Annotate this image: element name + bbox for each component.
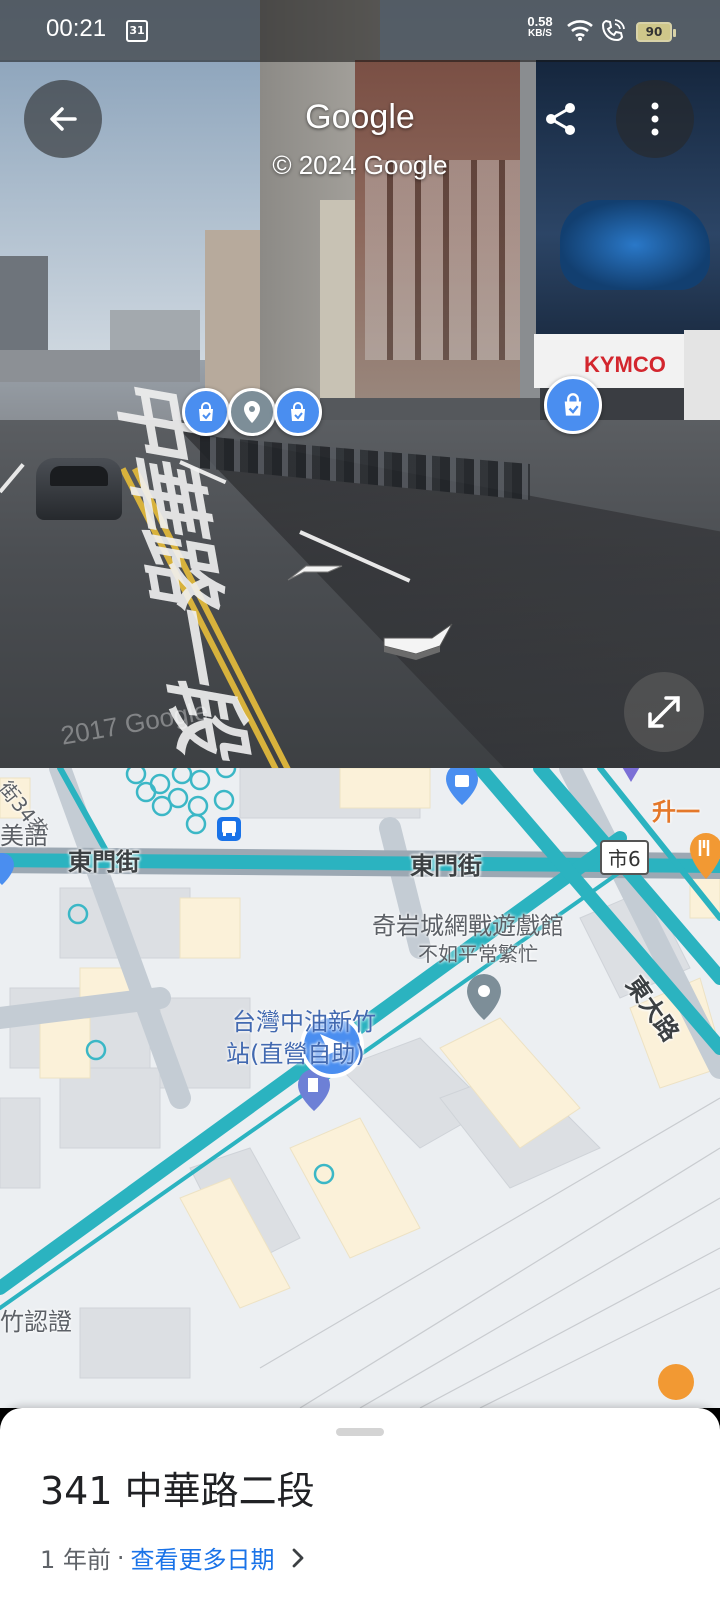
car: [36, 458, 122, 520]
place-label-shengyi: 升一: [652, 798, 700, 826]
street-label-dongmen: 東門街: [68, 848, 140, 876]
building-windows: [365, 160, 525, 360]
map-pin-icon: [244, 401, 260, 423]
street-label-dongmen: 東門街: [410, 852, 482, 880]
back-button[interactable]: [24, 80, 102, 158]
place-label-gas-station-line2: 站(直營自助): [226, 1040, 365, 1068]
orange-pin-icon: [658, 1364, 694, 1400]
expand-icon: [648, 696, 680, 728]
drag-handle[interactable]: [336, 1428, 384, 1436]
kymco-sign-text: KYMCO: [584, 352, 666, 377]
place-pin-icon[interactable]: [464, 972, 504, 1022]
wifi-icon: [567, 20, 593, 41]
shopping-bag-pin[interactable]: [544, 376, 602, 434]
imagery-age: 1 年前: [40, 1546, 111, 1574]
network-speed-value: 0.58: [527, 14, 553, 29]
place-bottom-sheet[interactable]: 341 中華路二段 1 年前 · 查看更多日期: [0, 1408, 720, 1600]
see-more-dates-link[interactable]: 查看更多日期: [131, 1540, 275, 1575]
street-view-copyright: © 2024 Google: [272, 150, 448, 180]
separator: ·: [116, 1543, 125, 1572]
battery-indicator: 90: [636, 22, 676, 42]
share-icon: [546, 103, 575, 135]
chevron-right-icon[interactable]: [291, 1547, 305, 1569]
navigate-forward-arrow[interactable]: [380, 622, 460, 660]
route-shield: 市6: [600, 840, 649, 875]
more-vert-icon: [651, 102, 659, 136]
expand-fullscreen-button[interactable]: [624, 672, 704, 752]
street-view-title: Google: [305, 98, 415, 136]
shopping-bag-icon: [199, 402, 213, 421]
location-pin[interactable]: [228, 388, 276, 436]
shopping-bag-icon: [564, 393, 582, 416]
place-label-cert: 竹認證: [0, 1308, 72, 1336]
arrow-back-icon: [50, 107, 77, 131]
restaurant-pin-icon[interactable]: [688, 832, 720, 882]
wifi-calling-icon: [601, 19, 625, 42]
place-label-meiyu: 美語: [0, 822, 48, 850]
shopping-pin-icon[interactable]: [444, 768, 480, 806]
street-view-panorama[interactable]: KYMCO 中華路一段 2017 Google Google © 2024 Go…: [0, 0, 720, 768]
share-button[interactable]: [522, 80, 600, 158]
calendar-icon: 31: [126, 20, 148, 42]
navigate-back-arrow[interactable]: [286, 562, 356, 584]
location-marker-icon[interactable]: [0, 852, 16, 886]
imagery-date-row: 1 年前 · 查看更多日期: [40, 1540, 305, 1575]
shopping-bag-icon: [291, 402, 305, 421]
place-label-game-hall-busyness: 不如平常繁忙: [418, 942, 538, 966]
map-view[interactable]: 東門街 東門街 街34巷 美語 市6 奇岩城網戰遊戲館 不如平常繁忙 台灣中油新…: [0, 768, 720, 1408]
status-bar: 00:21 31 0.58 KB/S 90: [0, 0, 720, 62]
shopping-bag-pin[interactable]: [182, 388, 230, 436]
network-speed: 0.58 KB/S: [520, 14, 560, 40]
more-options-button[interactable]: [616, 80, 694, 158]
place-label-gas-station-line1: 台灣中油新竹: [232, 1008, 376, 1036]
network-speed-unit: KB/S: [528, 28, 552, 39]
billboard-motorcycle-image: [560, 200, 710, 290]
place-label-game-hall: 奇岩城網戰遊戲館: [372, 912, 564, 940]
shopping-bag-pin[interactable]: [274, 388, 322, 436]
address-title: 341 中華路二段: [40, 1469, 315, 1513]
building: [205, 230, 265, 410]
purple-pin-icon: [622, 768, 640, 782]
status-time: 00:21: [46, 15, 107, 42]
bus-stop-icon[interactable]: [216, 816, 242, 842]
